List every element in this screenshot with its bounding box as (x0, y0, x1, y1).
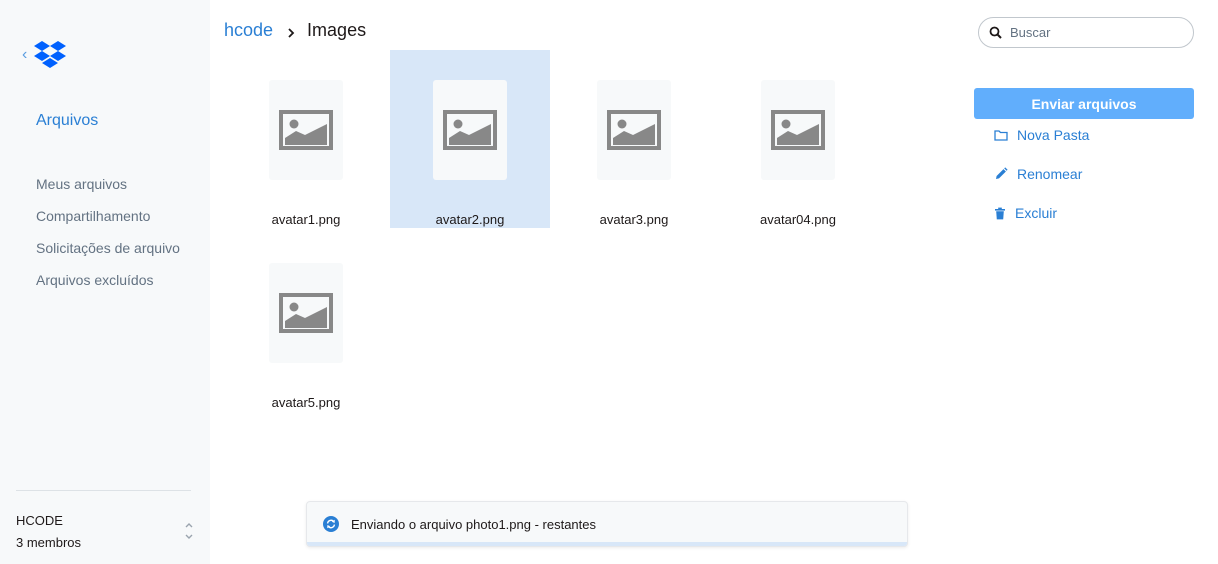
file-thumbnail (597, 80, 671, 180)
file-item[interactable]: avatar3.png (554, 50, 714, 228)
file-item-selected[interactable]: avatar2.png (390, 50, 550, 228)
team-members: 3 membros (16, 535, 82, 550)
sidebar-item-meus-arquivos[interactable]: Meus arquivos (36, 176, 180, 208)
sidebar-nav: Meus arquivos Compartilhamento Solicitaç… (36, 176, 180, 304)
image-placeholder-icon (771, 110, 825, 150)
file-thumbnail (761, 80, 835, 180)
upload-files-button[interactable]: Enviar arquivos (974, 88, 1194, 119)
sidebar-item-excluidos[interactable]: Arquivos excluídos (36, 272, 180, 304)
sidebar: ‹ Arquivos Meus arquivos Compartilhament… (0, 0, 210, 564)
folder-icon (994, 130, 1008, 141)
breadcrumb-current: Images (307, 20, 367, 40)
file-item[interactable]: avatar1.png (226, 50, 386, 228)
new-folder-label: Nova Pasta (1017, 127, 1090, 143)
pencil-icon (996, 167, 1008, 179)
file-name: avatar1.png (271, 212, 341, 227)
chevron-right-icon (288, 27, 295, 38)
image-placeholder-icon (607, 110, 661, 150)
file-name: avatar5.png (271, 395, 341, 410)
trash-icon (995, 207, 1005, 219)
logo-home-link[interactable]: ‹ (22, 40, 67, 70)
file-thumbnail (433, 80, 507, 180)
upload-progress-bar (307, 542, 907, 546)
new-folder-button[interactable]: Nova Pasta (994, 127, 1089, 143)
up-down-chevron-icon[interactable] (183, 520, 195, 542)
breadcrumb-root[interactable]: hcode (224, 20, 273, 41)
file-thumbnail (269, 263, 343, 363)
image-placeholder-icon (443, 110, 497, 150)
dropbox-logo-icon (34, 41, 67, 68)
sidebar-item-compartilhamento[interactable]: Compartilhamento (36, 208, 180, 240)
file-name: avatar3.png (599, 212, 669, 227)
rename-label: Renomear (1017, 166, 1083, 182)
breadcrumb: hcode Images (224, 20, 366, 41)
file-name: avatar2.png (435, 212, 505, 227)
delete-label: Excluir (1015, 205, 1058, 221)
sidebar-item-solicitacoes[interactable]: Solicitações de arquivo (36, 240, 180, 272)
chevron-left-icon: ‹ (22, 46, 28, 63)
app-window: ‹ Arquivos Meus arquivos Compartilhament… (0, 0, 1218, 564)
search-box[interactable] (978, 17, 1194, 48)
file-item[interactable]: avatar5.png (226, 233, 386, 411)
image-placeholder-icon (279, 110, 333, 150)
search-icon (989, 26, 1002, 39)
search-input[interactable] (1010, 25, 1180, 40)
image-placeholder-icon (279, 293, 333, 333)
file-item[interactable]: avatar04.png (718, 50, 878, 228)
sidebar-title[interactable]: Arquivos (36, 112, 98, 130)
team-name[interactable]: HCODE (16, 513, 63, 528)
sidebar-divider (16, 490, 191, 491)
upload-status-toast: Enviando o arquivo photo1.png - restante… (306, 501, 908, 547)
file-thumbnail (269, 80, 343, 180)
delete-button[interactable]: Excluir (994, 205, 1057, 221)
upload-status-text: Enviando o arquivo photo1.png - restante… (351, 517, 597, 532)
sync-icon (323, 516, 339, 532)
rename-button[interactable]: Renomear (994, 166, 1082, 182)
file-name: avatar04.png (760, 212, 836, 227)
